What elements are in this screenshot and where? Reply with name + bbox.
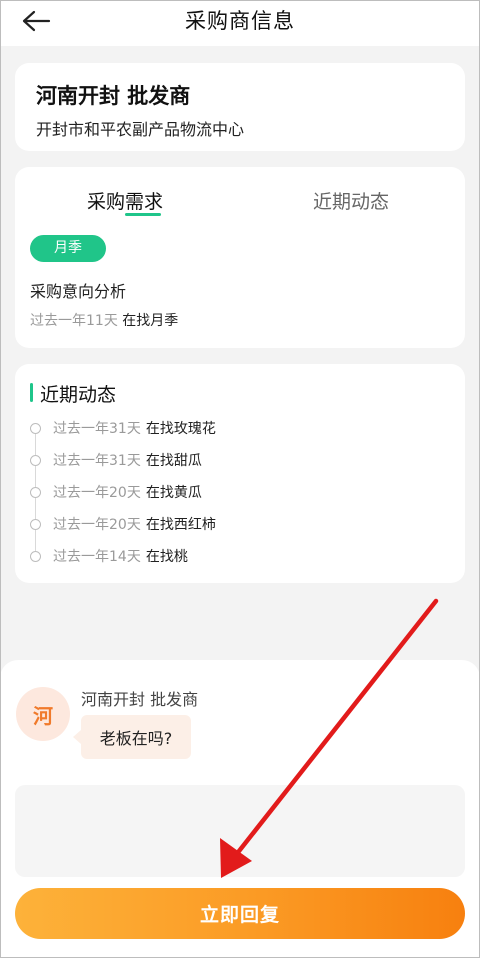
tab-purchase-demand[interactable]: 采购需求	[87, 187, 163, 214]
timeline-desc: 在找甜瓜	[145, 453, 202, 469]
timeline-dot-icon	[30, 454, 41, 466]
product-tag[interactable]: 月季	[30, 235, 106, 262]
timeline-item: 过去一年14天 在找桃	[30, 544, 188, 568]
buyer-location: 开封市和平农副产品物流中心	[36, 120, 245, 139]
analysis-desc: 在找月季	[122, 313, 179, 329]
timeline-time: 过去一年14天	[53, 549, 141, 565]
timeline-desc: 在找玫瑰花	[145, 421, 216, 437]
reply-sheet: 河 河南开封 批发商 老板在吗? 立即回复	[0, 660, 480, 958]
timeline-dot-icon	[30, 518, 41, 530]
recent-title: 近期动态	[40, 384, 117, 406]
analysis-title: 采购意向分析	[30, 282, 127, 301]
recent-activity-card: 近期动态 过去一年31天 在找玫瑰花 过去一年31天 在找甜瓜 过去一年20天 …	[15, 364, 465, 583]
section-accent-bar	[30, 383, 33, 402]
message-text: 老板在吗?	[99, 729, 173, 748]
tab-recent-activity[interactable]: 近期动态	[313, 187, 389, 214]
timeline-dot-icon	[30, 550, 41, 562]
avatar: 河	[16, 687, 70, 741]
timeline-dot-icon	[30, 486, 41, 498]
timeline-time: 过去一年31天	[53, 453, 141, 469]
timeline-desc: 在找黄瓜	[145, 485, 202, 501]
buyer-name: 河南开封 批发商	[36, 84, 191, 108]
analysis-time: 过去一年11天	[30, 313, 118, 329]
timeline-item: 过去一年31天 在找甜瓜	[30, 448, 202, 472]
timeline-item: 过去一年20天 在找西红柿	[30, 512, 216, 536]
timeline-desc: 在找桃	[145, 549, 188, 565]
timeline-dot-icon	[30, 422, 41, 434]
reply-input[interactable]	[15, 785, 465, 877]
timeline-time: 过去一年20天	[53, 517, 141, 533]
timeline-time: 过去一年31天	[53, 421, 141, 437]
page-title: 采购商信息	[185, 9, 295, 33]
reply-now-button[interactable]: 立即回复	[15, 888, 465, 939]
timeline-item: 过去一年20天 在找黄瓜	[30, 480, 202, 504]
active-tab-indicator	[125, 213, 161, 216]
sender-name: 河南开封 批发商	[81, 690, 199, 709]
buyer-info-card: 河南开封 批发商 开封市和平农副产品物流中心	[15, 63, 465, 151]
analysis-row: 过去一年11天 在找月季	[30, 310, 178, 330]
top-bar: 采购商信息	[0, 0, 480, 46]
timeline-time: 过去一年20天	[53, 485, 141, 501]
timeline-item: 过去一年31天 在找玫瑰花	[30, 416, 216, 440]
timeline-desc: 在找西红柿	[145, 517, 216, 533]
demand-card: 采购需求 近期动态 月季 采购意向分析 过去一年11天 在找月季	[15, 167, 465, 348]
message-bubble: 老板在吗?	[73, 715, 191, 759]
